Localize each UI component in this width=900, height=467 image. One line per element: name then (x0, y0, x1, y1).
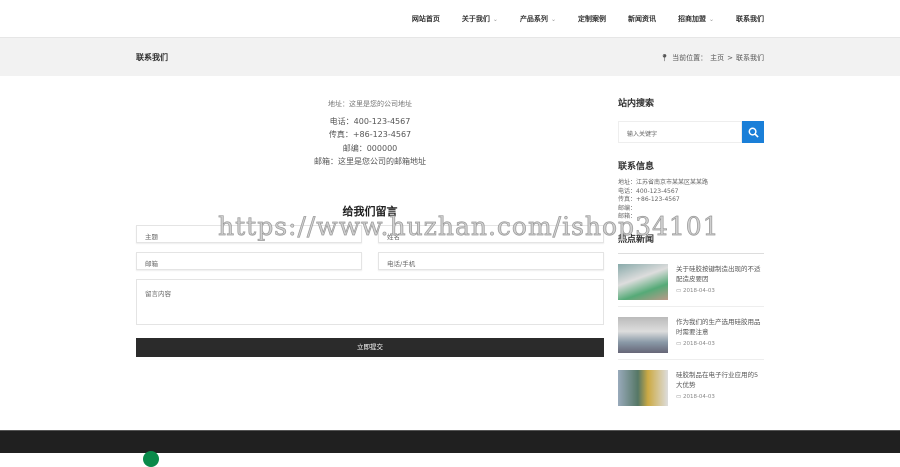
nav-products[interactable]: 产品系列 ⌄ (520, 14, 556, 24)
breadcrumb-current[interactable]: 联系我们 (736, 53, 764, 63)
breadcrumb: 📍︎ 当前位置： 主页 > 联系我们 (660, 53, 764, 63)
nav-news[interactable]: 新闻资讯 (628, 14, 656, 24)
news-item[interactable]: 作为我们的生产选用硅胶用品时需要注意 ▭ 2018-04-03 (618, 307, 764, 360)
news-thumbnail[interactable] (618, 316, 668, 353)
news-thumbnail[interactable] (618, 263, 668, 300)
nav-cases[interactable]: 定制案例 (578, 14, 606, 24)
message-textarea[interactable]: 留言内容 (136, 278, 604, 325)
contact-info: 地址：这里是您的公司地址 电话：400-123-4567 传真：+86-123-… (314, 100, 426, 166)
email-input[interactable]: 邮箱 (136, 251, 362, 270)
nav-about[interactable]: 关于我们 ⌄ (462, 14, 498, 24)
page-banner: 联系我们 📍︎ 当前位置： 主页 > 联系我们 (0, 38, 900, 76)
sidebar: 站内搜索 输入关键字 联系信息 地址：江苏省南京市某某区某某路 电话：400-1… (618, 96, 764, 412)
chevron-down-icon: ⌄ (492, 15, 498, 23)
site-header: 网站首页 关于我们 ⌄ 产品系列 ⌄ 定制案例 新闻资讯 招商加盟 ⌄ 联系我们 (0, 0, 900, 38)
news-item[interactable]: 硅胶制品在电子行业应用的5大优势 ▭ 2018-04-03 (618, 360, 764, 412)
footer-logo (143, 451, 159, 467)
news-title: 热点新闻 (618, 232, 764, 254)
chevron-down-icon: ⌄ (708, 15, 714, 23)
nav-home[interactable]: 网站首页 (412, 14, 440, 24)
nav-contact[interactable]: 联系我们 (736, 14, 764, 24)
main-content: 地址：这里是您的公司地址 电话：400-123-4567 传真：+86-123-… (136, 76, 604, 357)
form-title: 给我们留言 (342, 204, 398, 218)
location-pin-icon: 📍︎ (660, 54, 670, 62)
site-footer (0, 430, 900, 467)
page-title: 联系我们 (136, 53, 168, 62)
phone-input[interactable]: 电话/手机 (378, 251, 604, 270)
sidebar-contact: 地址：江苏省南京市某某区某某路 电话：400-123-4567 传真：+86-1… (618, 179, 709, 220)
search-button[interactable] (742, 121, 764, 143)
breadcrumb-home[interactable]: 主页 (710, 53, 724, 63)
search-input[interactable]: 输入关键字 (618, 121, 742, 143)
name-input[interactable]: 姓名 (378, 224, 604, 243)
calendar-icon: ▭ (676, 287, 683, 294)
nav-franchise[interactable]: 招商加盟 ⌄ (678, 14, 714, 24)
calendar-icon: ▭ (676, 393, 683, 400)
news-thumbnail[interactable] (618, 369, 668, 406)
search-icon (748, 127, 759, 138)
chevron-down-icon: ⌄ (550, 15, 556, 23)
news-item[interactable]: 关于硅胶按键制造出现的不适配造皮要因 ▭ 2018-04-03 (618, 254, 764, 307)
contact-title: 联系信息 (618, 162, 655, 172)
main-nav: 网站首页 关于我们 ⌄ 产品系列 ⌄ 定制案例 新闻资讯 招商加盟 ⌄ 联系我们 (390, 14, 764, 24)
subject-input[interactable]: 主题 (136, 224, 362, 243)
submit-button[interactable]: 立即提交 (136, 337, 604, 357)
search-title: 站内搜索 (618, 99, 655, 109)
calendar-icon: ▭ (676, 340, 683, 347)
